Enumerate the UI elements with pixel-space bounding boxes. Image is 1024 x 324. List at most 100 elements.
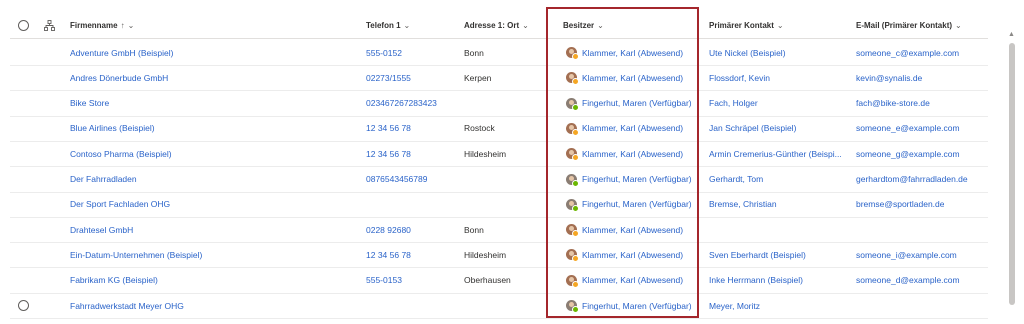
phone-link[interactable]: 555-0152 [366,40,402,65]
city-text: Hildesheim [464,148,507,159]
phone-link[interactable]: 555-0153 [366,268,402,293]
owner-cell[interactable]: Klammer, Karl (Abwesend) [566,242,683,267]
owner-cell[interactable]: Klammer, Karl (Abwesend) [566,65,683,90]
company-link[interactable]: Fahrradwerkstadt Meyer OHG [70,293,184,318]
chevron-down-icon: ⌄ [597,20,604,30]
table-row[interactable]: Ein-Datum-Unternehmen (Beispiel) 12 34 56… [10,242,988,269]
owner-cell[interactable]: Klammer, Karl (Abwesend) [566,40,683,65]
owner-cell[interactable]: Klammer, Karl (Abwesend) [566,141,683,166]
owner-link[interactable]: Klammer, Karl (Abwesend) [582,123,683,133]
owner-cell[interactable]: Klammer, Karl (Abwesend) [566,268,683,293]
owner-link[interactable]: Klammer, Karl (Abwesend) [582,250,683,260]
table-row[interactable]: Blue Airlines (Beispiel) 12 34 56 78 Rosto… [10,116,988,142]
phone-link[interactable]: 0876543456789 [366,167,427,192]
email-link[interactable]: someone_i@example.com [856,242,957,267]
table-row[interactable]: Bike Store 023467267283423 Fingerhut, Mare… [10,91,988,117]
contact-link[interactable]: Meyer, Moritz [709,293,849,318]
select-all-radio[interactable] [18,12,29,38]
company-link[interactable]: Fabrikam KG (Beispiel) [70,268,158,293]
chevron-down-icon: ⌄ [776,20,784,30]
owner-cell[interactable]: Fingerhut, Maren (Verfügbar) [566,91,692,116]
contact-link[interactable] [709,217,849,242]
owner-cell[interactable]: Fingerhut, Maren (Verfügbar) [566,192,692,217]
contact-link[interactable]: Inke Herrmann (Beispiel) [709,268,849,293]
column-header-email[interactable]: E-Mail (Primärer Kontakt) ⌄ [856,12,962,38]
owner-avatar [566,274,579,288]
owner-link[interactable]: Klammer, Karl (Abwesend) [582,225,683,235]
owner-cell[interactable]: Fingerhut, Maren (Verfügbar) [566,167,692,192]
owner-link[interactable]: Klammer, Karl (Abwesend) [582,48,683,58]
presence-status-icon [572,230,579,238]
table-row[interactable]: Drahtesel GmbH 0228 92680 Bonn Klammer, Kar… [10,217,988,244]
chevron-down-icon: ⌄ [403,20,411,30]
phone-link[interactable]: 02273/1555 [366,65,411,90]
owner-avatar [566,47,579,60]
phone-link[interactable]: 023467267283423 [366,91,437,116]
owner-link[interactable]: Klammer, Karl (Abwesend) [582,73,683,83]
email-link[interactable]: someone_d@example.com [856,268,960,293]
company-link[interactable]: Ein-Datum-Unternehmen (Beispiel) [70,242,202,267]
column-header-owner[interactable]: Besitzer ⌄ [563,12,604,38]
contact-link[interactable]: Flossdorf, Kevin [709,65,849,90]
column-header-contact[interactable]: Primärer Kontakt ⌄ [709,12,784,38]
table-row[interactable]: Fahrradwerkstadt Meyer OHG Fingerhut, Mar… [10,293,988,319]
company-link[interactable]: Bike Store [70,91,109,116]
contact-link[interactable]: Fach, Holger [709,91,849,116]
email-link[interactable]: someone_g@example.com [856,141,960,166]
vertical-scrollbar[interactable] [1009,43,1015,305]
table-row[interactable]: Fabrikam KG (Beispiel) 555-0153 Oberhausen… [10,268,988,294]
email-link[interactable]: kevin@synalis.de [856,65,922,90]
owner-cell[interactable]: Klammer, Karl (Abwesend) [566,116,683,141]
owner-link[interactable]: Fingerhut, Maren (Verfügbar) [582,174,692,184]
owner-cell[interactable]: Fingerhut, Maren (Verfügbar) [566,293,692,318]
owner-cell[interactable]: Klammer, Karl (Abwesend) [566,217,683,242]
company-link[interactable]: Andres Dönerbude GmbH [70,65,168,90]
company-link[interactable]: Der Sport Fachladen OHG [70,192,170,217]
owner-link[interactable]: Klammer, Karl (Abwesend) [582,149,683,159]
scroll-up-icon[interactable]: ▲ [1008,31,1015,38]
presence-status-icon [572,154,579,162]
phone-link[interactable]: 12 34 56 78 [366,141,411,166]
email-link[interactable]: gerhardtom@fahrradladen.de [856,167,968,192]
email-link[interactable]: fach@bike-store.de [856,91,930,116]
column-header-company[interactable]: Firmenname ↑ ⌄ [70,12,134,38]
owner-link[interactable]: Fingerhut, Maren (Verfügbar) [582,98,692,108]
table-row[interactable]: Der Fahrradladen 0876543456789 Fingerhut, … [10,167,988,193]
company-link[interactable]: Contoso Pharma (Beispiel) [70,141,172,166]
phone-link[interactable]: 12 34 56 78 [366,116,411,141]
company-link[interactable]: Drahtesel GmbH [70,217,133,242]
row-select-radio[interactable] [18,293,29,318]
phone-link[interactable]: 0228 92680 [366,217,411,242]
owner-link[interactable]: Fingerhut, Maren (Verfügbar) [582,301,692,311]
column-header-city[interactable]: Adresse 1: Ort ⌄ [464,12,529,38]
contact-link[interactable]: Gerhardt, Tom [709,167,849,192]
table-row[interactable]: Contoso Pharma (Beispiel) 12 34 56 78 Hild… [10,141,988,168]
contact-link[interactable]: Jan Schräpel (Beispiel) [709,116,849,141]
contact-link[interactable]: Ute Nickel (Beispiel) [709,40,849,65]
owner-link[interactable]: Klammer, Karl (Abwesend) [582,275,683,285]
company-link[interactable]: Blue Airlines (Beispiel) [70,116,155,141]
owner-avatar [566,249,579,263]
company-link[interactable]: Adventure GmbH (Beispiel) [70,40,173,65]
presence-status-icon [572,255,579,263]
contact-link[interactable]: Bremse, Christian [709,192,849,217]
owner-avatar [566,173,579,187]
table-row[interactable]: Adventure GmbH (Beispiel) 555-0152 Bonn Kla… [10,40,988,66]
presence-status-icon [572,53,579,60]
email-link[interactable]: bremse@sportladen.de [856,192,944,217]
owner-avatar [566,97,579,111]
column-header-phone[interactable]: Telefon 1 ⌄ [366,12,410,38]
city-text: Rostock [464,123,495,134]
company-link[interactable]: Der Fahrradladen [70,167,137,192]
owner-avatar [566,148,579,162]
hierarchy-icon[interactable] [44,12,55,38]
contact-link[interactable]: Sven Eberhardt (Beispiel) [709,242,849,267]
presence-status-icon [572,179,579,187]
owner-link[interactable]: Fingerhut, Maren (Verfügbar) [582,199,692,209]
table-row[interactable]: Der Sport Fachladen OHG Fingerhut, Maren … [10,192,988,218]
phone-link[interactable]: 12 34 56 78 [366,242,411,267]
email-link[interactable]: someone_e@example.com [856,116,960,141]
table-row[interactable]: Andres Dönerbude GmbH 02273/1555 Kerpen Kla… [10,65,988,92]
email-link[interactable]: someone_c@example.com [856,40,959,65]
contact-link[interactable]: Armin Cremerius-Günther (Beispi... [709,141,849,166]
